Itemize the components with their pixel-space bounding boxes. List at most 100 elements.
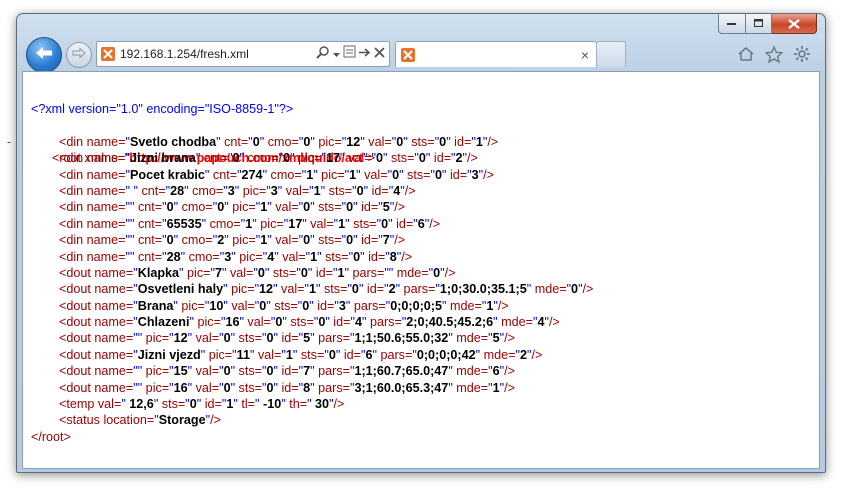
xml-token-tag: <din name= <box>59 249 126 264</box>
xml-token-attr: val= <box>192 331 220 346</box>
minimize-icon <box>727 22 737 26</box>
xml-token-attr: cmo= <box>178 200 213 215</box>
xml-token-tag: <din name= <box>59 183 126 198</box>
xml-token-attr: cnt= <box>209 167 238 182</box>
xml-token-tag: <din name= <box>59 134 126 149</box>
xml-token-val: Svetlo chodba <box>130 134 217 149</box>
close-button[interactable] <box>772 14 817 34</box>
minimize-button[interactable] <box>718 14 746 34</box>
url-text[interactable]: 192.168.1.254/fresh.xml <box>120 47 316 61</box>
xml-token-attr: val= <box>271 233 299 248</box>
xml-token-val: 11 <box>236 347 250 362</box>
xml-token-attr: id= <box>312 265 333 280</box>
xml-token-attr: pic= <box>228 200 256 215</box>
xml-token-val: 3 <box>227 183 235 198</box>
xml-token-attr: cnt= <box>134 249 163 264</box>
xml-token-val: Jizni brana <box>130 151 196 166</box>
tab-close-button[interactable]: × <box>581 47 589 63</box>
tab-active[interactable]: × <box>395 41 597 67</box>
xml-token-val: 0 <box>223 380 231 395</box>
xml-element-line: <dout name="Brana" pic="10" val="0" sts=… <box>31 298 593 314</box>
xml-token-attr: cnt= <box>138 183 166 198</box>
xml-token-attr: cnt= <box>200 151 228 166</box>
xml-token-attr: id= <box>430 151 452 166</box>
xml-token-val: 0 <box>328 347 336 362</box>
xml-token-val: 0 <box>418 151 426 166</box>
tools-gear-icon[interactable] <box>793 45 811 68</box>
close-icon <box>788 18 800 29</box>
xml-token-tag: /> <box>394 233 406 248</box>
xml-token-tag: /> <box>504 364 515 379</box>
xml-token-attr: pars= <box>400 282 436 297</box>
xml-token-val: 0 <box>266 380 274 395</box>
xml-token-val: 2 <box>519 347 527 362</box>
xml-element-line: <dout name="Osvetleni haly" pic="12" val… <box>31 281 593 297</box>
compatibility-icon[interactable] <box>343 45 356 63</box>
back-button[interactable] <box>26 37 62 73</box>
chevron-down-icon[interactable] <box>333 45 340 63</box>
xml-token-attr: pic= <box>317 167 345 182</box>
xml-token-attr: sts= <box>387 151 415 166</box>
xml-token-val: Chlazeni <box>137 315 190 330</box>
xml-token-attr: pars= <box>366 315 402 330</box>
home-icon[interactable] <box>737 46 755 67</box>
new-tab-button[interactable] <box>596 41 626 67</box>
xml-token-attr: val= <box>192 380 220 395</box>
xml-token-val: -10 <box>259 397 282 412</box>
xml-token-attr: tl= <box>237 397 256 412</box>
maximize-button[interactable] <box>746 14 772 34</box>
xml-token-val: 0 <box>166 233 174 248</box>
xml-token-val: 28 <box>166 249 181 264</box>
stop-icon[interactable] <box>374 45 385 63</box>
xml-token-attr: sts= <box>269 265 297 280</box>
xml-token-attr: pic= <box>294 151 322 166</box>
forward-button[interactable] <box>66 42 92 68</box>
xml-token-val: 12 <box>259 282 274 297</box>
xml-token-attr: pic= <box>314 134 342 149</box>
address-bar[interactable]: 192.168.1.254/fresh.xml <box>96 41 390 67</box>
xml-token-attr: sts= <box>235 364 263 379</box>
xml-token-val: 16 <box>225 315 240 330</box>
xml-token-val: 0;0;0;0;42 <box>416 347 476 362</box>
xml-token-attr: pars= <box>350 298 386 313</box>
xml-token-tag: <dout name= <box>59 315 134 330</box>
xml-token-val: 1;1;60.7;65.0;47 <box>354 364 449 379</box>
xml-token-attr: sts= <box>349 216 377 231</box>
xml-token-val: 0 <box>300 265 308 280</box>
xml-token-attr: sts= <box>158 397 186 412</box>
xml-token-attr: cmo= <box>206 216 241 231</box>
xml-element-line: <din name="Jizni brana" cnt="0" cmo="0" … <box>31 150 593 166</box>
xml-token-attr: pars= <box>314 380 350 395</box>
xml-token-attr: pic= <box>228 233 256 248</box>
xml-document-view: <?xml version="1.0" encoding="ISO-8859-1… <box>7 71 820 469</box>
xml-token-attr: pic= <box>142 380 170 395</box>
go-arrow-icon[interactable] <box>359 45 371 63</box>
xml-token-tag: /> <box>483 167 494 182</box>
xml-token-val: 28 <box>170 183 185 198</box>
xml-element-line: <dout name="" pic="16" val="0" sts="0" i… <box>31 380 593 396</box>
xml-token-op: "" <box>133 364 143 379</box>
xml-token-val: 0 <box>356 183 364 198</box>
xml-token-val: 8 <box>389 249 397 264</box>
xml-token-attr: val= <box>344 151 372 166</box>
xml-token-attr: cmo= <box>188 183 224 198</box>
xml-token-attr: cnt= <box>134 200 163 215</box>
xml-token-val: 1 <box>313 183 321 198</box>
xml-token-tag: <din name= <box>59 167 126 182</box>
xml-token-attr: mde= <box>393 265 429 280</box>
xml-token-tag: /> <box>404 183 416 198</box>
xml-token-attr: mde= <box>452 364 489 379</box>
xml-token-attr: cnt= <box>134 216 163 231</box>
xml-token-attr: mde= <box>480 347 516 362</box>
xml-token-tag: <din name= <box>59 200 126 215</box>
favorites-star-icon[interactable] <box>764 44 784 68</box>
xml-token-val: 12 <box>173 331 188 346</box>
xml-token-attr: pic= <box>194 315 221 330</box>
xml-element-line: <dout name="" pic="15" val="0" sts="0" i… <box>31 363 593 379</box>
xml-token-val: 0 <box>166 200 174 215</box>
xml-token-attr: val= <box>243 315 271 330</box>
xml-element-line: <dout name="Chlazeni" pic="16" val="0" s… <box>31 314 593 330</box>
search-icon[interactable] <box>316 45 330 64</box>
xml-element-line: <din name="" cnt="0" cmo="0" pic="1" val… <box>31 199 593 215</box>
collapse-toggle[interactable]: - <box>7 134 11 150</box>
